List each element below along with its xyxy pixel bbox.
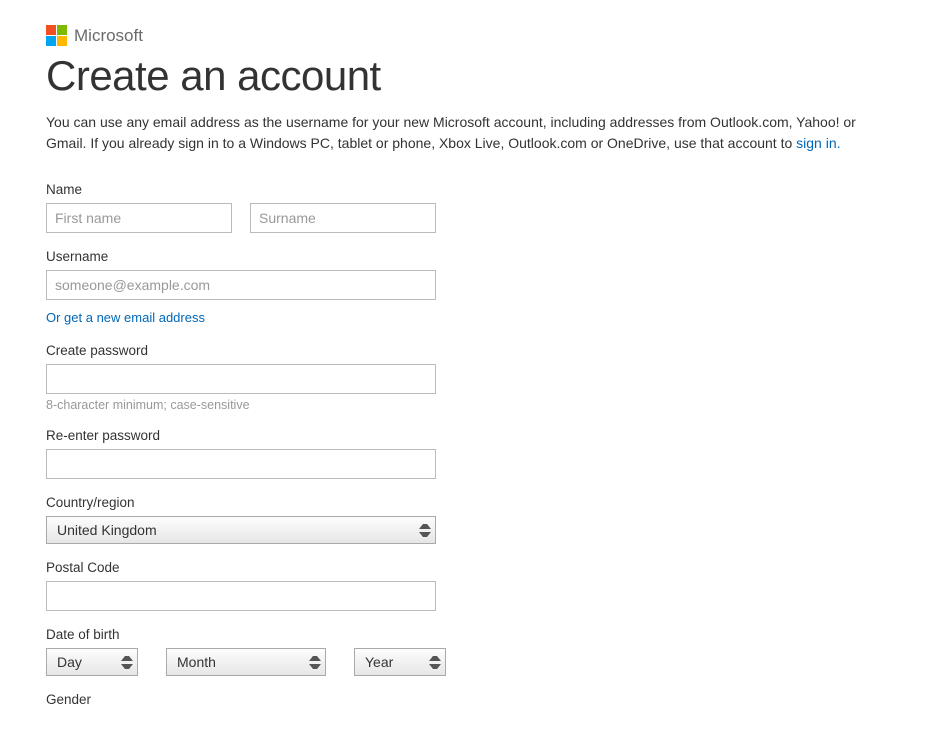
create-password-group: Create password 8-character minimum; cas…: [46, 343, 881, 412]
dob-year-select[interactable]: Year: [355, 649, 445, 675]
brand-name: Microsoft: [74, 26, 143, 46]
password-hint: 8-character minimum; case-sensitive: [46, 398, 881, 412]
country-group: Country/region United Kingdom: [46, 495, 881, 544]
create-password-label: Create password: [46, 343, 881, 358]
first-name-input[interactable]: [46, 203, 232, 233]
surname-input[interactable]: [250, 203, 436, 233]
reenter-password-label: Re-enter password: [46, 428, 881, 443]
dob-day-select-wrap[interactable]: Day: [46, 648, 138, 676]
username-group: Username Or get a new email address: [46, 249, 881, 327]
gender-group: Gender: [46, 692, 881, 707]
microsoft-logo-icon: [46, 25, 67, 46]
country-label: Country/region: [46, 495, 881, 510]
dob-year-select-wrap[interactable]: Year: [354, 648, 446, 676]
intro-text: You can use any email address as the use…: [46, 114, 856, 151]
new-email-link[interactable]: Or get a new email address: [46, 310, 205, 325]
dob-label: Date of birth: [46, 627, 881, 642]
postal-code-label: Postal Code: [46, 560, 881, 575]
create-password-input[interactable]: [46, 364, 436, 394]
reenter-password-input[interactable]: [46, 449, 436, 479]
country-select[interactable]: United Kingdom: [47, 517, 435, 543]
dob-month-select[interactable]: Month: [167, 649, 325, 675]
name-group: Name: [46, 182, 881, 233]
intro-paragraph: You can use any email address as the use…: [46, 112, 881, 154]
dob-day-select[interactable]: Day: [47, 649, 137, 675]
postal-code-input[interactable]: [46, 581, 436, 611]
gender-label: Gender: [46, 692, 881, 707]
username-input[interactable]: [46, 270, 436, 300]
sign-in-link[interactable]: sign in.: [796, 135, 840, 151]
postal-code-group: Postal Code: [46, 560, 881, 611]
username-label: Username: [46, 249, 881, 264]
dob-group: Date of birth Day Month Year: [46, 627, 881, 676]
reenter-password-group: Re-enter password: [46, 428, 881, 479]
brand-header: Microsoft: [46, 25, 881, 46]
country-select-wrap[interactable]: United Kingdom: [46, 516, 436, 544]
page-title: Create an account: [46, 52, 881, 100]
dob-month-select-wrap[interactable]: Month: [166, 648, 326, 676]
name-label: Name: [46, 182, 881, 197]
